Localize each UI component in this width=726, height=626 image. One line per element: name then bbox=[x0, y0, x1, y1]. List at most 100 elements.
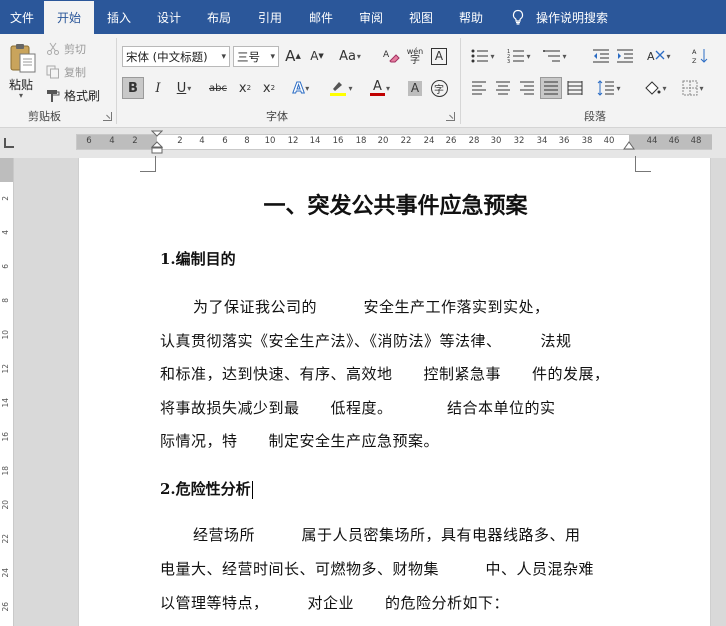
grow-font-icon: A bbox=[285, 47, 296, 65]
italic-button[interactable]: I bbox=[147, 77, 169, 99]
subscript-icon: x bbox=[238, 80, 247, 96]
copy-button[interactable]: 复制 bbox=[46, 64, 86, 80]
clear-formatting-button[interactable]: A bbox=[380, 45, 402, 67]
vertical-ruler[interactable]: 2 4 6 8 10 12 14 16 18 20 22 24 26 bbox=[0, 158, 14, 626]
ruler-tick: 20 bbox=[1, 500, 10, 510]
ruler-tick: 18 bbox=[355, 136, 367, 146]
ruler-tick: 10 bbox=[1, 330, 10, 340]
font-name-combo[interactable]: 宋体 (中文标题) ▾ bbox=[122, 46, 230, 67]
align-left-button[interactable] bbox=[468, 77, 490, 99]
enclose-characters-button[interactable]: 字 bbox=[428, 77, 450, 99]
tab-file[interactable]: 文件 bbox=[0, 0, 44, 34]
tab-layout[interactable]: 布局 bbox=[194, 0, 244, 34]
tell-me-search[interactable]: 操作说明搜索 bbox=[510, 0, 608, 34]
underline-button[interactable]: U ▾ bbox=[170, 77, 198, 99]
ruler-tick: 26 bbox=[1, 602, 10, 612]
chevron-down-icon: ▾ bbox=[662, 83, 667, 93]
document-page[interactable]: 一、突发公共事件应急预案 1.编制目的 为了保证我公司的 安全生产工作落实到实处… bbox=[78, 156, 711, 626]
ruler-tick: 16 bbox=[1, 432, 10, 442]
bold-icon: B bbox=[128, 80, 138, 96]
decrease-indent-button[interactable] bbox=[590, 45, 612, 67]
horizontal-ruler[interactable]: 6 4 2 2 4 6 8 10 12 14 16 18 20 22 24 26… bbox=[76, 130, 712, 154]
multilevel-list-button[interactable]: ▾ bbox=[540, 45, 570, 67]
tab-references[interactable]: 引用 bbox=[244, 0, 296, 34]
chevron-down-icon: ▾ bbox=[666, 51, 671, 61]
ruler-tick: 38 bbox=[581, 136, 593, 146]
paste-button[interactable]: 粘贴 ▾ bbox=[6, 40, 40, 100]
font-size-combo[interactable]: 三号 ▾ bbox=[233, 46, 279, 67]
superscript-button[interactable]: x2 bbox=[258, 77, 280, 99]
line-spacing-button[interactable]: ▾ bbox=[594, 77, 624, 99]
highlight-color-button[interactable]: ▾ bbox=[326, 77, 356, 99]
character-shading-icon: A bbox=[407, 80, 423, 96]
align-right-button[interactable] bbox=[516, 77, 538, 99]
paragraph-line: 认真贯彻落实《安全生产法》、《消防法》等法律、 法规 bbox=[160, 332, 572, 350]
asian-layout-button[interactable]: A ▾ bbox=[644, 45, 674, 67]
increase-indent-button[interactable] bbox=[614, 45, 636, 67]
shrink-font-button[interactable]: A ▼ bbox=[306, 45, 328, 67]
font-dialog-launcher[interactable] bbox=[446, 112, 455, 121]
ruler-tick: 6 bbox=[86, 136, 92, 146]
phonetic-guide-button[interactable]: wén 字 bbox=[404, 45, 426, 67]
chevron-down-icon: ▾ bbox=[616, 83, 621, 93]
justify-button[interactable] bbox=[540, 77, 562, 99]
section-heading: 1.编制目的 bbox=[160, 250, 236, 268]
bullets-button[interactable]: ▾ bbox=[468, 45, 498, 67]
ruler-tick: 48 bbox=[690, 136, 702, 146]
chevron-down-icon: ▾ bbox=[270, 52, 275, 62]
tab-help[interactable]: 帮助 bbox=[446, 0, 496, 34]
cut-button[interactable]: 剪切 bbox=[46, 41, 86, 57]
right-indent-marker[interactable] bbox=[623, 140, 635, 150]
group-divider bbox=[116, 38, 117, 124]
distributed-icon bbox=[567, 81, 583, 95]
tab-mailings[interactable]: 邮件 bbox=[296, 0, 346, 34]
format-painter-label: 格式刷 bbox=[64, 89, 101, 103]
format-painter-button[interactable]: 格式刷 bbox=[46, 87, 100, 104]
text-cursor bbox=[251, 481, 253, 499]
shading-button[interactable]: ▾ bbox=[640, 77, 670, 99]
distributed-button[interactable] bbox=[564, 77, 586, 99]
svg-text:Z: Z bbox=[692, 57, 697, 65]
clipboard-group-label: 剪贴板 bbox=[28, 110, 61, 123]
numbering-button[interactable]: 1 2 3 ▾ bbox=[504, 45, 534, 67]
ruler-tick: 40 bbox=[603, 136, 615, 146]
character-shading-button[interactable]: A bbox=[404, 77, 426, 99]
ruler-tick: 16 bbox=[332, 136, 344, 146]
clipboard-dialog-launcher[interactable] bbox=[103, 112, 112, 121]
grow-font-button[interactable]: A ▲ bbox=[282, 45, 304, 67]
bold-button[interactable]: B bbox=[122, 77, 144, 99]
tab-review[interactable]: 审阅 bbox=[346, 0, 396, 34]
strikethrough-button[interactable]: abc bbox=[205, 77, 231, 99]
svg-text:A: A bbox=[383, 50, 390, 60]
ruler-tick: 44 bbox=[646, 136, 658, 146]
font-group-label: 字体 bbox=[266, 110, 288, 123]
font-color-button[interactable]: A ▾ bbox=[366, 77, 394, 99]
align-center-button[interactable] bbox=[492, 77, 514, 99]
character-border-icon: A bbox=[430, 47, 448, 65]
tab-design[interactable]: 设计 bbox=[144, 0, 194, 34]
copy-label: 复制 bbox=[64, 66, 86, 79]
ribbon: 粘贴 ▾ 剪切 复制 格式刷 剪贴板 宋体 (中文标题) ▾ 三号 ▾ A ▲ A… bbox=[0, 34, 726, 128]
borders-button[interactable]: ▾ bbox=[678, 77, 708, 99]
crop-mark bbox=[635, 156, 651, 172]
tab-insert[interactable]: 插入 bbox=[94, 0, 144, 34]
paintbrush-icon bbox=[46, 89, 60, 103]
subscript-button[interactable]: x2 bbox=[234, 77, 256, 99]
font-color-icon: A bbox=[369, 80, 385, 96]
paint-bucket-icon bbox=[645, 81, 661, 95]
tab-home[interactable]: 开始 bbox=[44, 0, 94, 34]
ruler-tick: 6 bbox=[1, 264, 10, 269]
text-effects-button[interactable]: A ▾ bbox=[290, 77, 312, 99]
change-case-button[interactable]: Aa ▾ bbox=[334, 45, 366, 67]
tab-view[interactable]: 视图 bbox=[396, 0, 446, 34]
align-center-icon bbox=[496, 81, 510, 95]
line-spacing-icon bbox=[598, 80, 615, 96]
ruler-tick: 26 bbox=[445, 136, 457, 146]
sort-button[interactable]: AZ bbox=[690, 45, 712, 67]
tab-selector[interactable] bbox=[4, 138, 14, 148]
svg-text:A: A bbox=[692, 48, 697, 56]
sort-icon: AZ bbox=[692, 48, 708, 65]
character-border-button[interactable]: A bbox=[428, 45, 450, 67]
document-title: 一、突发公共事件应急预案 bbox=[263, 194, 528, 219]
chevron-down-icon: ▾ bbox=[187, 83, 192, 93]
